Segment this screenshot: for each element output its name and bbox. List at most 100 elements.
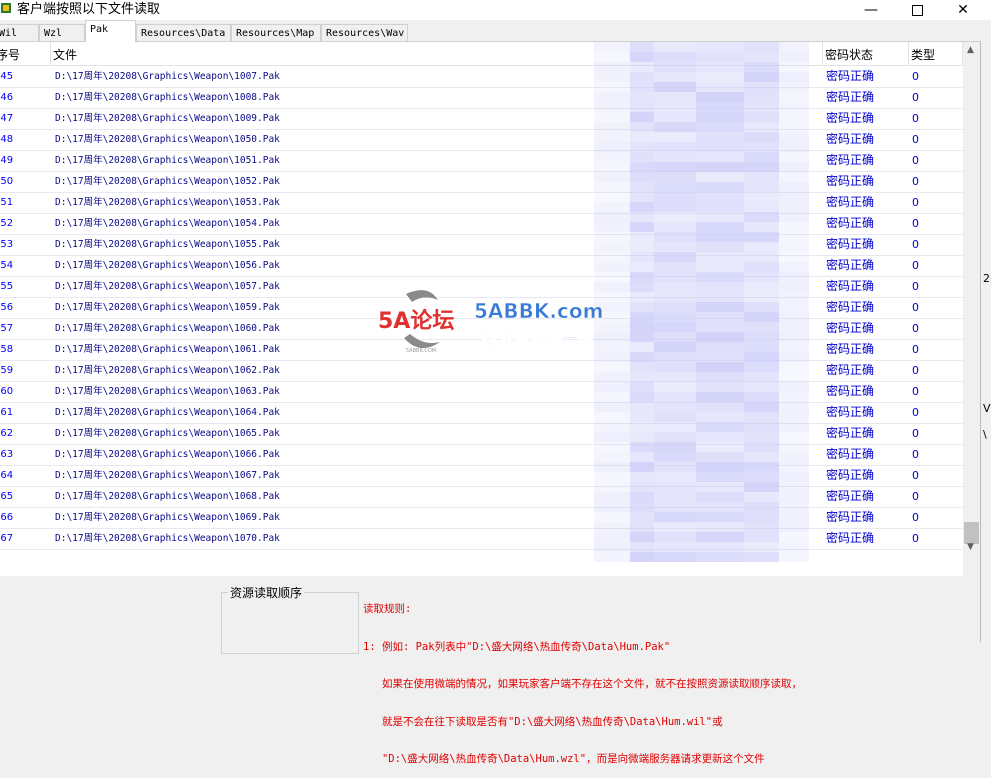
table-row[interactable]: 245 D:\17周年\20208\Graphics\Weapon\1007.Pa… xyxy=(0,66,963,88)
redaction-block xyxy=(696,372,744,382)
tab-pak[interactable]: Pak xyxy=(85,20,136,42)
redaction-block xyxy=(654,282,696,292)
redaction-block xyxy=(654,472,696,482)
scroll-up-icon[interactable]: ▲ xyxy=(967,45,974,55)
redaction-block xyxy=(696,422,744,432)
redaction-block xyxy=(696,102,744,112)
tab-wzl[interactable]: Wzl xyxy=(39,24,85,41)
table-row[interactable]: 252 D:\17周年\20208\Graphics\Weapon\1054.Pa… xyxy=(0,213,963,235)
row-type: 0 xyxy=(912,343,919,356)
row-index: 264 xyxy=(0,470,14,481)
redaction-block xyxy=(654,52,696,62)
redaction-block xyxy=(654,492,696,502)
row-type: 0 xyxy=(912,301,919,314)
row-password-status: 密码正确 xyxy=(826,426,875,440)
table-row[interactable]: 260 D:\17周年\20208\Graphics\Weapon\1063.Pa… xyxy=(0,381,963,403)
table-row[interactable]: 251 D:\17周年\20208\Graphics\Weapon\1053.Pa… xyxy=(0,192,963,214)
column-header-type[interactable]: 类型 xyxy=(909,42,963,66)
scroll-down-icon[interactable]: ▼ xyxy=(967,542,974,552)
redaction-block xyxy=(744,72,779,82)
redaction-block xyxy=(696,532,744,542)
redaction-block xyxy=(696,142,744,152)
row-type: 0 xyxy=(912,385,919,398)
table-row[interactable]: 247 D:\17周年\20208\Graphics\Weapon\1009.Pa… xyxy=(0,108,963,130)
table-row[interactable]: 267 D:\17周年\20208\Graphics\Weapon\1070.Pa… xyxy=(0,528,963,550)
redaction-block xyxy=(594,72,630,82)
row-password-status: 密码正确 xyxy=(826,111,875,125)
table-row[interactable]: 248 D:\17周年\20208\Graphics\Weapon\1050.Pa… xyxy=(0,129,963,151)
row-type: 0 xyxy=(912,91,919,104)
row-password-status: 密码正确 xyxy=(826,468,875,482)
redaction-block xyxy=(630,322,654,332)
table-row[interactable]: 259 D:\17周年\20208\Graphics\Weapon\1062.Pa… xyxy=(0,360,963,382)
redaction-block xyxy=(779,242,809,252)
tab-resources-map[interactable]: Resources\Map xyxy=(231,24,321,41)
resource-order-box xyxy=(221,592,359,654)
table-row[interactable]: 266 D:\17周年\20208\Graphics\Weapon\1069.Pa… xyxy=(0,507,963,529)
table-row[interactable]: 264 D:\17周年\20208\Graphics\Weapon\1067.Pa… xyxy=(0,465,963,487)
redaction-block xyxy=(630,52,654,62)
redaction-block xyxy=(594,392,630,402)
row-password-status: 密码正确 xyxy=(826,405,875,419)
row-file-path: D:\17周年\20208\Graphics\Weapon\1060.Pak xyxy=(55,323,280,334)
redaction-block xyxy=(779,202,809,212)
redaction-block xyxy=(654,542,696,552)
redaction-block xyxy=(654,82,696,92)
clipped-glyph: \ xyxy=(983,428,987,441)
redaction-block xyxy=(630,342,654,352)
minimize-button[interactable]: — xyxy=(848,0,894,20)
redaction-block xyxy=(594,162,630,172)
table-row[interactable]: 246 D:\17周年\20208\Graphics\Weapon\1008.Pa… xyxy=(0,87,963,109)
table-row[interactable]: 262 D:\17周年\20208\Graphics\Weapon\1065.Pa… xyxy=(0,423,963,445)
rules-line: "D:\盛大网络\热血传奇\Data\Hum.wzl"，而是向微端服务器请求更新… xyxy=(363,753,765,765)
watermark-site-text: 5ABBK.com xyxy=(474,299,603,323)
redaction-block xyxy=(744,192,779,202)
redaction-block xyxy=(696,212,744,222)
redaction-block xyxy=(779,172,809,182)
column-header-status[interactable]: 密码状态 xyxy=(823,42,909,66)
table-row[interactable]: 249 D:\17周年\20208\Graphics\Weapon\1051.Pa… xyxy=(0,150,963,172)
resource-order-title: 资源读取顺序 xyxy=(228,584,305,601)
table-row[interactable]: 261 D:\17周年\20208\Graphics\Weapon\1064.Pa… xyxy=(0,402,963,424)
redaction-block xyxy=(654,292,696,302)
row-file-path: D:\17周年\20208\Graphics\Weapon\1064.Pak xyxy=(55,407,280,418)
table-row[interactable]: 250 D:\17周年\20208\Graphics\Weapon\1052.Pa… xyxy=(0,171,963,193)
redaction-block xyxy=(696,502,744,512)
redaction-block xyxy=(654,212,696,222)
redaction-block xyxy=(594,552,630,562)
row-file-path: D:\17周年\20208\Graphics\Weapon\1063.Pak xyxy=(55,386,280,397)
table-row[interactable]: 265 D:\17周年\20208\Graphics\Weapon\1068.Pa… xyxy=(0,486,963,508)
redaction-block xyxy=(630,352,654,362)
redaction-block xyxy=(654,372,696,382)
column-header-index[interactable]: 序号 xyxy=(0,42,51,66)
row-index: 253 xyxy=(0,239,14,250)
redaction-block xyxy=(654,342,696,352)
vertical-scroll-thumb[interactable] xyxy=(964,522,979,544)
tab-wil[interactable]: Wil xyxy=(0,24,39,41)
row-type: 0 xyxy=(912,511,919,524)
redaction-block xyxy=(696,332,744,342)
row-password-status: 密码正确 xyxy=(826,195,875,209)
row-type: 0 xyxy=(912,112,919,125)
redaction-block xyxy=(779,422,809,432)
redaction-block xyxy=(744,552,779,562)
redaction-block xyxy=(744,542,779,552)
redaction-block xyxy=(654,382,696,392)
vertical-scrollbar[interactable]: ▲ ▼ xyxy=(963,42,980,576)
redaction-block xyxy=(696,122,744,132)
tab-resources-wav[interactable]: Resources\Wav xyxy=(321,24,408,41)
rules-line: 1: 例如: Pak列表中"D:\盛大网络\热血传奇\Data\Hum.Pak" xyxy=(363,640,671,653)
maximize-button[interactable] xyxy=(894,0,940,20)
tab-resources-data[interactable]: Resources\Data xyxy=(136,24,231,41)
redaction-block xyxy=(744,212,779,222)
redaction-block xyxy=(744,122,779,132)
table-row[interactable]: 254 D:\17周年\20208\Graphics\Weapon\1056.Pa… xyxy=(0,255,963,277)
table-row[interactable]: 263 D:\17周年\20208\Graphics\Weapon\1066.Pa… xyxy=(0,444,963,466)
close-icon: ✕ xyxy=(957,2,969,18)
redaction-block xyxy=(630,272,654,282)
redaction-block xyxy=(654,152,696,162)
table-row[interactable]: 253 D:\17周年\20208\Graphics\Weapon\1055.Pa… xyxy=(0,234,963,256)
close-button[interactable]: ✕ xyxy=(940,0,986,20)
redaction-block xyxy=(744,102,779,112)
redaction-block xyxy=(779,442,809,452)
